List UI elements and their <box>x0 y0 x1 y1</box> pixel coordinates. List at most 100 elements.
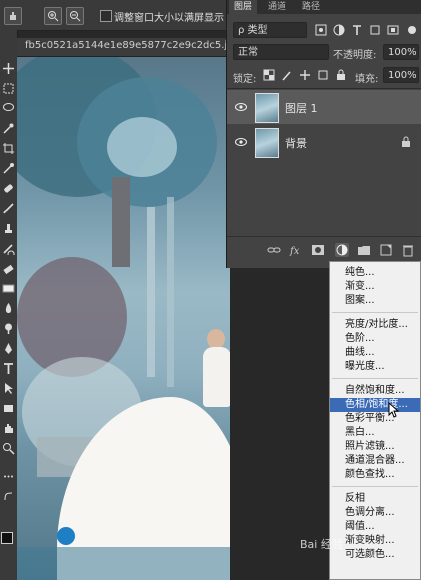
link-layers-icon[interactable] <box>267 243 281 257</box>
divider <box>227 88 421 89</box>
lock-position-icon[interactable] <box>299 69 311 81</box>
menu-item-selective-color[interactable]: 可选颜色... <box>330 548 420 562</box>
lock-transparent-icon[interactable] <box>263 69 275 81</box>
foreground-color-swatch[interactable] <box>1 532 13 544</box>
menu-item-color-balance[interactable]: 色彩平衡... <box>330 412 420 426</box>
brush-tool-icon[interactable] <box>2 202 15 215</box>
layer-filter-select[interactable]: ρ 类型 <box>233 22 307 38</box>
document-tab[interactable]: fb5c0521a5144e1e89e5877c2e9c2dc5.jpg @ <box>17 38 230 57</box>
filter-adjustment-icon[interactable] <box>333 24 345 36</box>
filter-toggle-icon[interactable] <box>406 24 418 36</box>
marquee-tool-icon[interactable] <box>2 82 15 95</box>
menu-item-gradient[interactable]: 渐变... <box>330 280 420 294</box>
document-canvas[interactable] <box>17 57 230 580</box>
clone-stamp-tool-icon[interactable] <box>2 222 15 235</box>
menu-item-gradient-map[interactable]: 渐变映射... <box>330 534 420 548</box>
adjustment-layer-menu: 纯色... 渐变... 图案... 亮度/对比度... 色阶... 曲线... … <box>329 261 421 580</box>
eyedropper-tool-icon[interactable] <box>2 162 15 175</box>
menu-separator <box>332 378 418 379</box>
hand-tool-options-icon[interactable] <box>4 7 22 25</box>
filter-pixel-icon[interactable] <box>315 24 327 36</box>
lock-label: 锁定: <box>233 74 257 85</box>
menu-item-posterize[interactable]: 色调分离... <box>330 506 420 520</box>
layer-name[interactable]: 图层 1 <box>285 100 318 116</box>
zoom-out-icon[interactable] <box>66 7 84 25</box>
menu-item-hue-saturation[interactable]: 色相/饱和度... <box>330 398 420 412</box>
layer-thumbnail <box>255 93 279 123</box>
history-brush-tool-icon[interactable] <box>2 242 15 255</box>
menu-item-curves[interactable]: 曲线... <box>330 346 420 360</box>
menu-item-solid-color[interactable]: 纯色... <box>330 266 420 280</box>
lock-pixels-icon[interactable] <box>281 69 293 81</box>
bride-head <box>207 329 225 349</box>
menu-separator <box>332 486 418 487</box>
layer-thumbnail <box>255 128 279 158</box>
resize-window-label: 调整窗口大小以满屏显示 <box>114 13 224 24</box>
filter-type-icon[interactable] <box>351 24 363 36</box>
type-tool-icon[interactable] <box>2 362 15 375</box>
filter-shape-icon[interactable] <box>369 24 381 36</box>
tools-panel <box>0 30 18 580</box>
menu-item-exposure[interactable]: 曝光度... <box>330 360 420 374</box>
watermark: Bai 经验 <box>300 538 343 551</box>
svg-text:fx: fx <box>289 246 300 257</box>
menu-item-brightness-contrast[interactable]: 亮度/对比度... <box>330 318 420 332</box>
layer-row-layer1[interactable]: 图层 1 <box>227 90 421 124</box>
hand-tool-icon[interactable] <box>2 422 15 435</box>
dodge-tool-icon[interactable] <box>2 322 15 335</box>
menu-item-black-white[interactable]: 黑白... <box>330 426 420 440</box>
lasso-tool-icon[interactable] <box>2 102 15 115</box>
adjustment-layer-icon[interactable] <box>335 243 349 257</box>
menu-item-channel-mixer[interactable]: 通道混合器... <box>330 454 420 468</box>
move-tool-icon[interactable] <box>2 62 15 75</box>
swap-colors-icon[interactable] <box>2 490 15 503</box>
menu-item-invert[interactable]: 反相 <box>330 492 420 506</box>
options-bar: 调整窗口大小以满屏显示 <box>0 0 230 31</box>
path-select-tool-icon[interactable] <box>2 382 15 395</box>
crop-tool-icon[interactable] <box>2 142 15 155</box>
menu-item-pattern[interactable]: 图案... <box>330 294 420 308</box>
bride-bodice <box>203 347 230 407</box>
healing-brush-tool-icon[interactable] <box>2 182 15 195</box>
filter-smart-object-icon[interactable] <box>387 24 399 36</box>
fill-input[interactable]: 100% <box>383 67 419 83</box>
mouse-cursor-icon <box>388 401 400 418</box>
lock-all-icon[interactable] <box>335 69 347 81</box>
menu-item-color-lookup[interactable]: 颜色查找... <box>330 468 420 482</box>
gradient-tool-icon[interactable] <box>2 282 15 295</box>
tab-channels[interactable]: 通道 <box>263 0 291 14</box>
tab-paths[interactable]: 路径 <box>297 0 325 14</box>
opacity-input[interactable]: 100% <box>383 44 419 60</box>
layer-style-fx-icon[interactable]: fx <box>289 243 303 257</box>
zoom-in-icon[interactable] <box>44 7 62 25</box>
menu-item-levels[interactable]: 色阶... <box>330 332 420 346</box>
layer-name[interactable]: 背景 <box>285 135 307 151</box>
resize-window-checkbox[interactable] <box>100 10 112 22</box>
layers-panel: 图层 通道 路径 ρ 类型 正常 不透明度: 100% 锁定: 填充: 100%… <box>226 0 421 268</box>
menu-separator <box>332 312 418 313</box>
pen-tool-icon[interactable] <box>2 342 15 355</box>
document-tab-title: fb5c0521a5144e1e89e5877c2e9c2dc5.jpg @ <box>25 40 230 51</box>
lock-artboard-icon[interactable] <box>317 69 329 81</box>
eye-icon[interactable] <box>235 102 247 112</box>
opacity-label: 不透明度: <box>333 50 377 61</box>
eraser-tool-icon[interactable] <box>2 262 15 275</box>
eye-icon[interactable] <box>235 137 247 147</box>
tab-layers[interactable]: 图层 <box>229 0 258 14</box>
zoom-tool-icon[interactable] <box>2 442 15 455</box>
delete-layer-icon[interactable] <box>401 243 415 257</box>
blur-tool-icon[interactable] <box>2 302 15 315</box>
new-group-icon[interactable] <box>357 243 371 257</box>
layer-row-background[interactable]: 背景 <box>227 125 421 159</box>
more-tools-icon[interactable] <box>2 470 15 483</box>
quick-select-tool-icon[interactable] <box>2 122 15 135</box>
menu-item-threshold[interactable]: 阈值... <box>330 520 420 534</box>
add-mask-icon[interactable] <box>311 243 325 257</box>
new-layer-icon[interactable] <box>379 243 393 257</box>
blend-mode-select[interactable]: 正常 <box>233 44 329 60</box>
menu-item-photo-filter[interactable]: 照片滤镜... <box>330 440 420 454</box>
panel-tabs: 图层 通道 路径 <box>227 0 421 14</box>
menu-item-vibrance[interactable]: 自然饱和度... <box>330 384 420 398</box>
background-tree-trunk <box>147 207 155 377</box>
rectangle-tool-icon[interactable] <box>2 402 15 415</box>
